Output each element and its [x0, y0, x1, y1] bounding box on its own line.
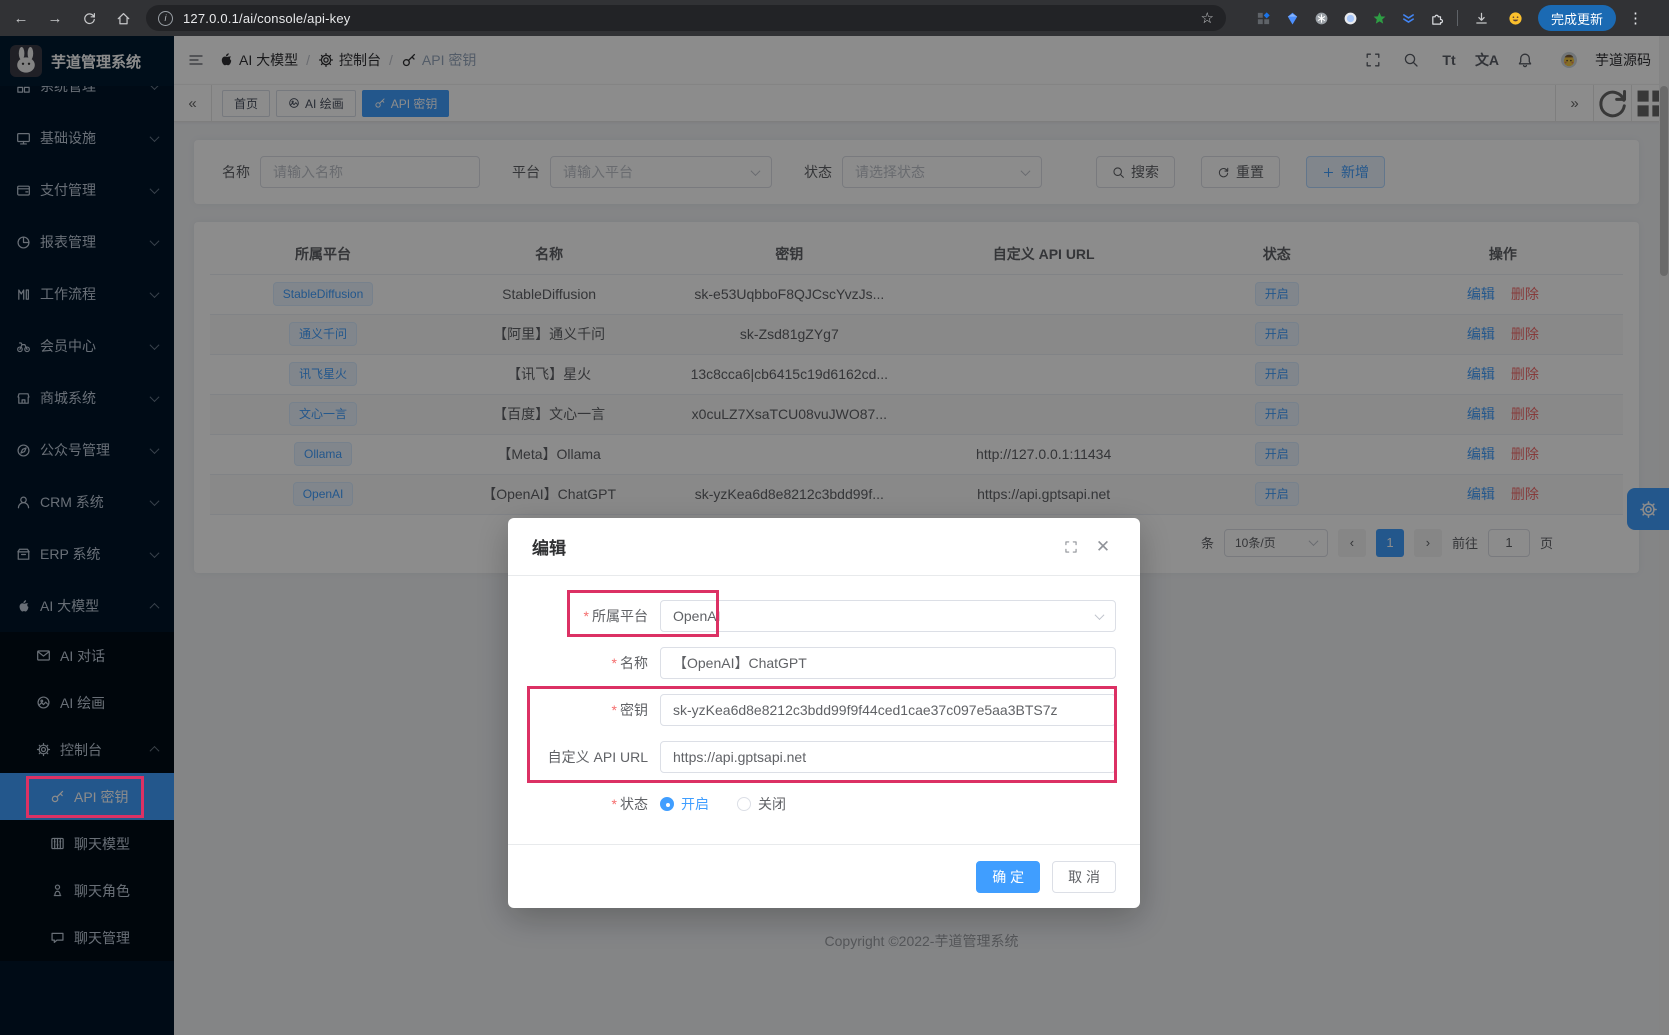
home-icon[interactable] [112, 7, 134, 29]
radio-checked-icon [660, 797, 674, 811]
platform-field-select[interactable]: OpenAI [660, 600, 1116, 632]
dialog-close-icon[interactable]: ✕ [1090, 534, 1116, 560]
extension-icons [1256, 11, 1445, 26]
required-asterisk: * [612, 655, 617, 671]
browser-chrome: ← → i 127.0.0.1/ai/console/api-key ☆ 完成更… [0, 0, 1669, 36]
name-field-input[interactable] [660, 647, 1116, 679]
asterisk-ext-icon[interactable] [1314, 11, 1329, 26]
address-bar[interactable]: i 127.0.0.1/ai/console/api-key ☆ [146, 5, 1226, 31]
dialog-title: 编辑 [532, 534, 1052, 559]
greenstar-ext-icon[interactable] [1372, 11, 1387, 26]
profile-avatar-icon[interactable] [1504, 7, 1526, 29]
required-asterisk: * [612, 702, 617, 718]
status-radio-on[interactable]: 开启 [660, 794, 709, 814]
key-field-label: *密钥 [532, 700, 660, 720]
reload-icon[interactable] [78, 7, 100, 29]
confirm-button[interactable]: 确 定 [976, 861, 1040, 893]
url-field-label: 自定义 API URL [532, 747, 660, 767]
site-info-icon[interactable]: i [158, 11, 173, 26]
circleblue-ext-icon[interactable] [1343, 11, 1358, 26]
dialog-fullscreen-icon[interactable] [1058, 534, 1084, 560]
platform-field-value: OpenAI [673, 608, 720, 624]
key-field-input[interactable] [660, 694, 1116, 726]
status-field-label: *状态 [532, 794, 660, 814]
name-field-label: *名称 [532, 653, 660, 673]
puzzle-ext-icon[interactable] [1430, 11, 1445, 26]
edit-dialog: 编辑 ✕ *所属平台 OpenAI *名称 *密钥 [508, 518, 1140, 908]
chevrons-ext-icon[interactable] [1401, 11, 1416, 26]
radio-unchecked-icon [737, 797, 751, 811]
url-field-input[interactable] [660, 741, 1116, 773]
toolbar-divider [1457, 10, 1458, 26]
status-radio-off[interactable]: 关闭 [737, 794, 786, 814]
finish-update-button[interactable]: 完成更新 [1538, 5, 1616, 31]
squares-ext-icon[interactable] [1256, 11, 1271, 26]
platform-field-label: *所属平台 [532, 606, 660, 626]
status-radio-group: 开启 关闭 [660, 794, 786, 814]
url-text[interactable]: 127.0.0.1/ai/console/api-key [183, 11, 1191, 26]
bookmark-star-icon[interactable]: ☆ [1201, 9, 1214, 27]
cancel-button[interactable]: 取 消 [1052, 861, 1116, 893]
gem-ext-icon[interactable] [1285, 11, 1300, 26]
browser-menu-icon[interactable]: ⋮ [1628, 9, 1642, 27]
chevron-down-icon [1095, 610, 1105, 620]
required-asterisk: * [584, 608, 589, 624]
download-icon[interactable] [1470, 7, 1492, 29]
back-icon[interactable]: ← [10, 7, 32, 29]
required-asterisk: * [612, 796, 617, 812]
forward-icon[interactable]: → [44, 7, 66, 29]
